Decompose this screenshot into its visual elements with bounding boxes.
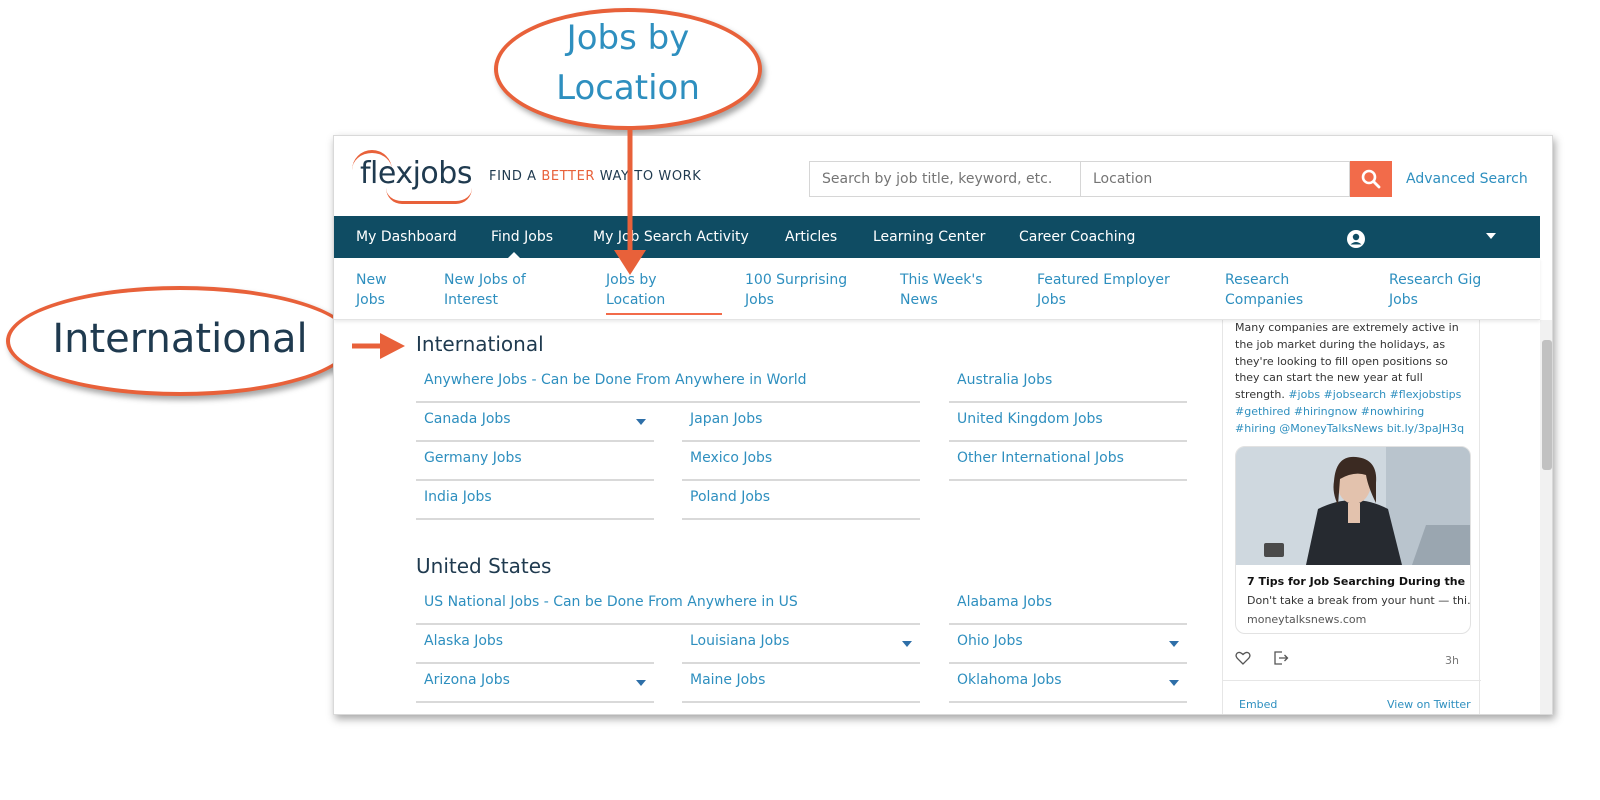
arrowhead-jobs-by-location [614,250,646,275]
annotation-arrows [352,126,646,359]
arrowhead-international [380,333,405,359]
annotated-screenshot: Jobs by Location International flexjobs … [0,0,1600,800]
